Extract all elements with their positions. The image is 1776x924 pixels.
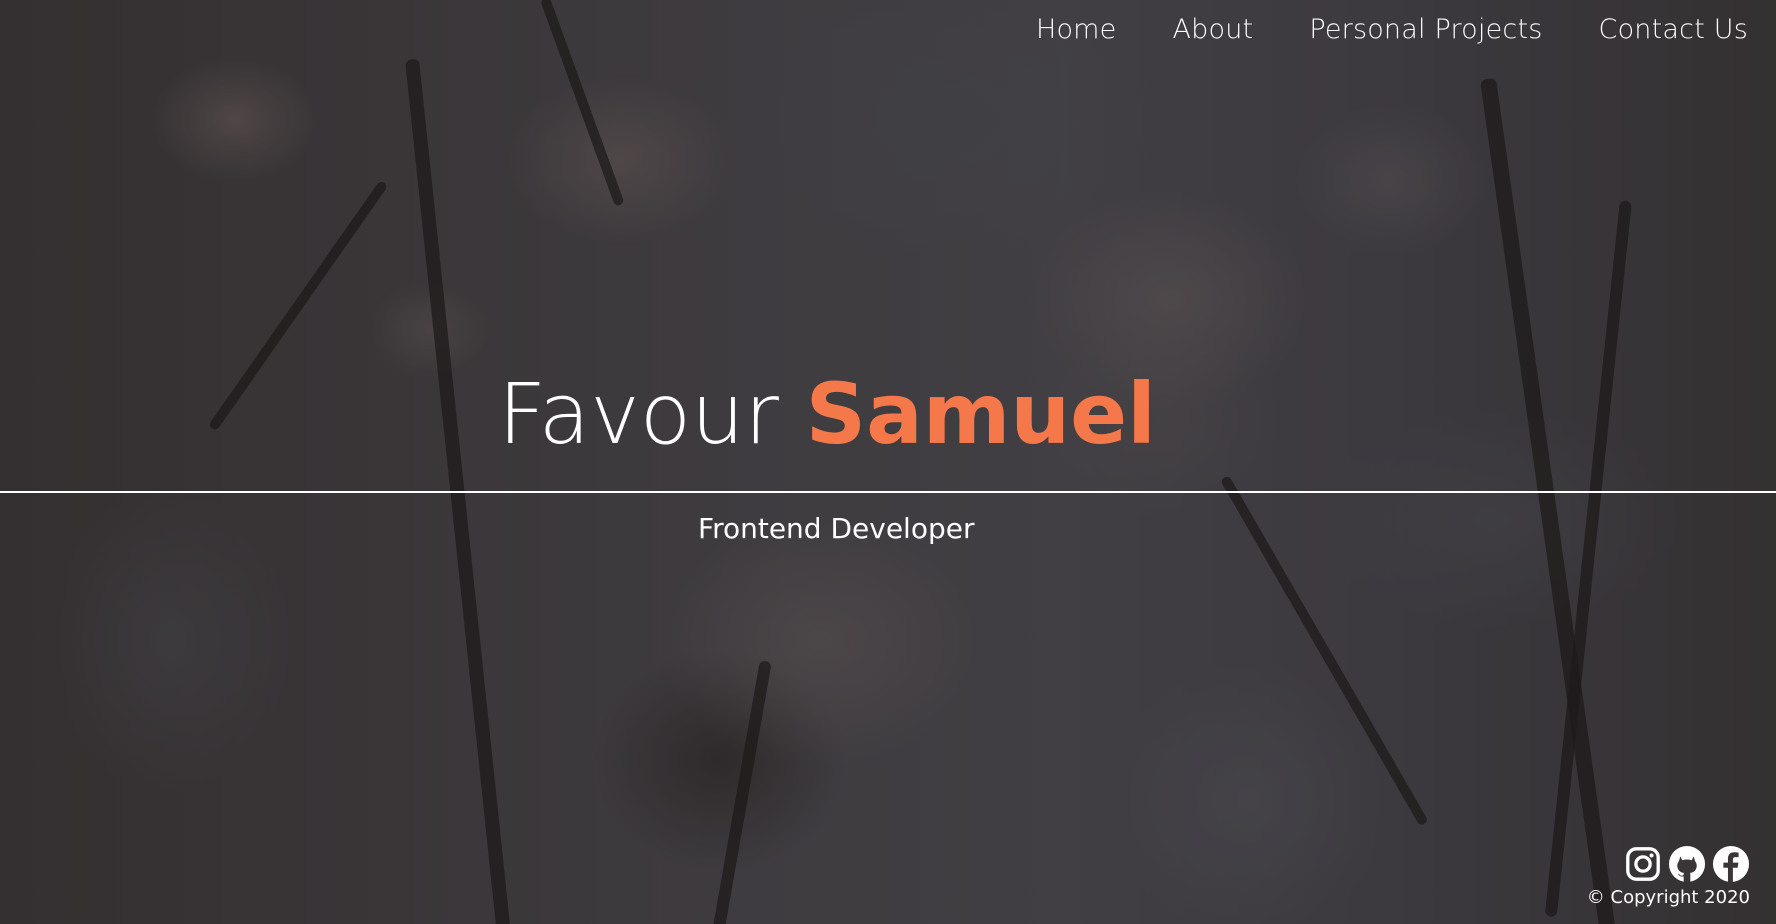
hero-divider [0, 491, 1776, 493]
github-link[interactable] [1668, 845, 1706, 883]
instagram-icon [1626, 847, 1660, 881]
nav-about-link[interactable]: About [1172, 14, 1253, 45]
hero-last-name: Samuel [805, 365, 1156, 463]
github-icon [1668, 845, 1706, 883]
facebook-icon [1712, 845, 1750, 883]
top-navigation: Home About Personal Projects Contact Us [1036, 14, 1748, 45]
footer: © Copyright 2020 [1587, 845, 1750, 908]
nav-contact-us-link[interactable]: Contact Us [1599, 14, 1748, 45]
hero-role: Frontend Developer [698, 512, 975, 545]
nav-home-link[interactable]: Home [1036, 14, 1117, 45]
social-links [1624, 845, 1750, 883]
nav-personal-projects-link[interactable]: Personal Projects [1309, 14, 1542, 45]
facebook-link[interactable] [1712, 845, 1750, 883]
hero-first-name: Favour [498, 365, 779, 463]
instagram-link[interactable] [1624, 845, 1662, 883]
copyright-text: © Copyright 2020 [1586, 887, 1750, 908]
hero-name: Favour Samuel [498, 372, 1156, 456]
landing-page: Home About Personal Projects Contact Us … [0, 0, 1776, 924]
